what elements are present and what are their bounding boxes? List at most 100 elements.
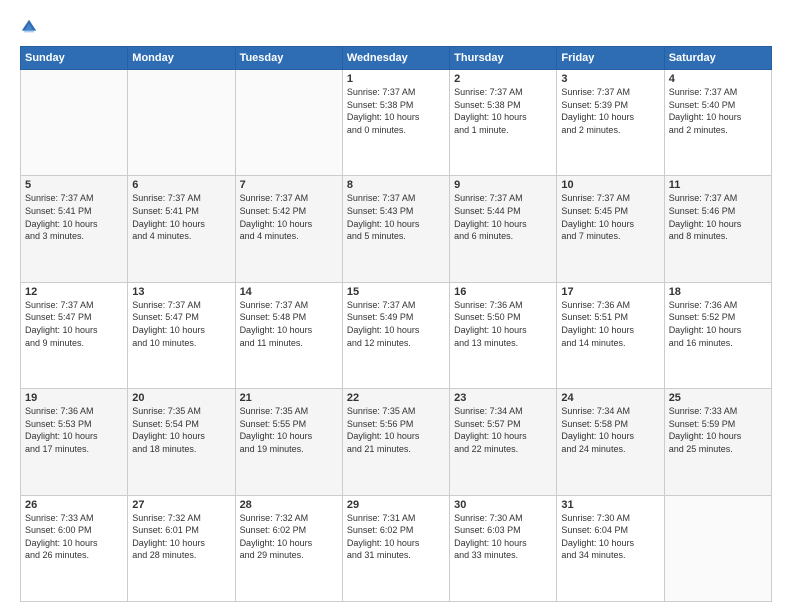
calendar-cell: 3Sunrise: 7:37 AM Sunset: 5:39 PM Daylig… — [557, 70, 664, 176]
calendar-cell: 9Sunrise: 7:37 AM Sunset: 5:44 PM Daylig… — [450, 176, 557, 282]
calendar-cell: 31Sunrise: 7:30 AM Sunset: 6:04 PM Dayli… — [557, 495, 664, 601]
day-number: 23 — [454, 392, 552, 404]
day-number: 30 — [454, 499, 552, 511]
day-number: 21 — [240, 392, 338, 404]
day-info: Sunrise: 7:37 AM Sunset: 5:44 PM Dayligh… — [454, 192, 552, 242]
calendar-cell: 13Sunrise: 7:37 AM Sunset: 5:47 PM Dayli… — [128, 282, 235, 388]
day-info: Sunrise: 7:37 AM Sunset: 5:49 PM Dayligh… — [347, 299, 445, 349]
calendar-cell — [664, 495, 771, 601]
day-info: Sunrise: 7:36 AM Sunset: 5:51 PM Dayligh… — [561, 299, 659, 349]
day-info: Sunrise: 7:37 AM Sunset: 5:39 PM Dayligh… — [561, 86, 659, 136]
day-info: Sunrise: 7:36 AM Sunset: 5:52 PM Dayligh… — [669, 299, 767, 349]
header — [20, 18, 772, 36]
day-info: Sunrise: 7:30 AM Sunset: 6:03 PM Dayligh… — [454, 512, 552, 562]
day-info: Sunrise: 7:37 AM Sunset: 5:42 PM Dayligh… — [240, 192, 338, 242]
day-number: 18 — [669, 286, 767, 298]
calendar-cell: 30Sunrise: 7:30 AM Sunset: 6:03 PM Dayli… — [450, 495, 557, 601]
calendar-cell: 21Sunrise: 7:35 AM Sunset: 5:55 PM Dayli… — [235, 389, 342, 495]
calendar-table: SundayMondayTuesdayWednesdayThursdayFrid… — [20, 46, 772, 602]
calendar-week-row: 12Sunrise: 7:37 AM Sunset: 5:47 PM Dayli… — [21, 282, 772, 388]
day-number: 24 — [561, 392, 659, 404]
day-info: Sunrise: 7:37 AM Sunset: 5:48 PM Dayligh… — [240, 299, 338, 349]
day-number: 9 — [454, 179, 552, 191]
calendar-cell: 10Sunrise: 7:37 AM Sunset: 5:45 PM Dayli… — [557, 176, 664, 282]
calendar-cell: 8Sunrise: 7:37 AM Sunset: 5:43 PM Daylig… — [342, 176, 449, 282]
calendar-cell: 24Sunrise: 7:34 AM Sunset: 5:58 PM Dayli… — [557, 389, 664, 495]
day-number: 31 — [561, 499, 659, 511]
day-number: 6 — [132, 179, 230, 191]
day-info: Sunrise: 7:30 AM Sunset: 6:04 PM Dayligh… — [561, 512, 659, 562]
calendar-cell: 5Sunrise: 7:37 AM Sunset: 5:41 PM Daylig… — [21, 176, 128, 282]
calendar-week-row: 26Sunrise: 7:33 AM Sunset: 6:00 PM Dayli… — [21, 495, 772, 601]
day-info: Sunrise: 7:34 AM Sunset: 5:57 PM Dayligh… — [454, 405, 552, 455]
calendar-cell: 17Sunrise: 7:36 AM Sunset: 5:51 PM Dayli… — [557, 282, 664, 388]
day-number: 11 — [669, 179, 767, 191]
day-info: Sunrise: 7:32 AM Sunset: 6:01 PM Dayligh… — [132, 512, 230, 562]
calendar-cell — [21, 70, 128, 176]
calendar-cell: 6Sunrise: 7:37 AM Sunset: 5:41 PM Daylig… — [128, 176, 235, 282]
day-info: Sunrise: 7:37 AM Sunset: 5:38 PM Dayligh… — [347, 86, 445, 136]
day-info: Sunrise: 7:36 AM Sunset: 5:53 PM Dayligh… — [25, 405, 123, 455]
day-info: Sunrise: 7:37 AM Sunset: 5:43 PM Dayligh… — [347, 192, 445, 242]
calendar-cell: 25Sunrise: 7:33 AM Sunset: 5:59 PM Dayli… — [664, 389, 771, 495]
day-number: 15 — [347, 286, 445, 298]
calendar-cell: 28Sunrise: 7:32 AM Sunset: 6:02 PM Dayli… — [235, 495, 342, 601]
day-number: 7 — [240, 179, 338, 191]
day-info: Sunrise: 7:37 AM Sunset: 5:45 PM Dayligh… — [561, 192, 659, 242]
day-number: 10 — [561, 179, 659, 191]
calendar-cell: 11Sunrise: 7:37 AM Sunset: 5:46 PM Dayli… — [664, 176, 771, 282]
day-number: 20 — [132, 392, 230, 404]
calendar-cell: 12Sunrise: 7:37 AM Sunset: 5:47 PM Dayli… — [21, 282, 128, 388]
day-number: 25 — [669, 392, 767, 404]
day-info: Sunrise: 7:37 AM Sunset: 5:47 PM Dayligh… — [132, 299, 230, 349]
day-number: 8 — [347, 179, 445, 191]
calendar-cell: 2Sunrise: 7:37 AM Sunset: 5:38 PM Daylig… — [450, 70, 557, 176]
day-number: 29 — [347, 499, 445, 511]
calendar-cell: 16Sunrise: 7:36 AM Sunset: 5:50 PM Dayli… — [450, 282, 557, 388]
day-number: 13 — [132, 286, 230, 298]
day-number: 12 — [25, 286, 123, 298]
day-number: 14 — [240, 286, 338, 298]
day-info: Sunrise: 7:35 AM Sunset: 5:54 PM Dayligh… — [132, 405, 230, 455]
page: SundayMondayTuesdayWednesdayThursdayFrid… — [0, 0, 792, 612]
calendar-week-row: 19Sunrise: 7:36 AM Sunset: 5:53 PM Dayli… — [21, 389, 772, 495]
day-info: Sunrise: 7:37 AM Sunset: 5:38 PM Dayligh… — [454, 86, 552, 136]
calendar-cell: 23Sunrise: 7:34 AM Sunset: 5:57 PM Dayli… — [450, 389, 557, 495]
day-info: Sunrise: 7:34 AM Sunset: 5:58 PM Dayligh… — [561, 405, 659, 455]
day-info: Sunrise: 7:36 AM Sunset: 5:50 PM Dayligh… — [454, 299, 552, 349]
day-info: Sunrise: 7:32 AM Sunset: 6:02 PM Dayligh… — [240, 512, 338, 562]
day-info: Sunrise: 7:33 AM Sunset: 6:00 PM Dayligh… — [25, 512, 123, 562]
day-number: 2 — [454, 73, 552, 85]
day-info: Sunrise: 7:31 AM Sunset: 6:02 PM Dayligh… — [347, 512, 445, 562]
day-info: Sunrise: 7:35 AM Sunset: 5:56 PM Dayligh… — [347, 405, 445, 455]
day-info: Sunrise: 7:37 AM Sunset: 5:40 PM Dayligh… — [669, 86, 767, 136]
day-number: 1 — [347, 73, 445, 85]
weekday-header: Thursday — [450, 47, 557, 70]
calendar-header-row: SundayMondayTuesdayWednesdayThursdayFrid… — [21, 47, 772, 70]
day-info: Sunrise: 7:37 AM Sunset: 5:47 PM Dayligh… — [25, 299, 123, 349]
calendar-cell: 1Sunrise: 7:37 AM Sunset: 5:38 PM Daylig… — [342, 70, 449, 176]
calendar-cell: 18Sunrise: 7:36 AM Sunset: 5:52 PM Dayli… — [664, 282, 771, 388]
day-number: 22 — [347, 392, 445, 404]
calendar-cell: 27Sunrise: 7:32 AM Sunset: 6:01 PM Dayli… — [128, 495, 235, 601]
logo-icon — [20, 18, 38, 36]
calendar-cell — [128, 70, 235, 176]
day-number: 19 — [25, 392, 123, 404]
day-number: 5 — [25, 179, 123, 191]
day-number: 3 — [561, 73, 659, 85]
day-info: Sunrise: 7:37 AM Sunset: 5:41 PM Dayligh… — [25, 192, 123, 242]
weekday-header: Friday — [557, 47, 664, 70]
calendar-cell: 14Sunrise: 7:37 AM Sunset: 5:48 PM Dayli… — [235, 282, 342, 388]
day-number: 27 — [132, 499, 230, 511]
day-number: 16 — [454, 286, 552, 298]
weekday-header: Sunday — [21, 47, 128, 70]
calendar-cell: 4Sunrise: 7:37 AM Sunset: 5:40 PM Daylig… — [664, 70, 771, 176]
logo — [20, 18, 42, 36]
day-info: Sunrise: 7:35 AM Sunset: 5:55 PM Dayligh… — [240, 405, 338, 455]
weekday-header: Tuesday — [235, 47, 342, 70]
weekday-header: Monday — [128, 47, 235, 70]
day-number: 4 — [669, 73, 767, 85]
calendar-cell: 7Sunrise: 7:37 AM Sunset: 5:42 PM Daylig… — [235, 176, 342, 282]
weekday-header: Wednesday — [342, 47, 449, 70]
calendar-week-row: 5Sunrise: 7:37 AM Sunset: 5:41 PM Daylig… — [21, 176, 772, 282]
